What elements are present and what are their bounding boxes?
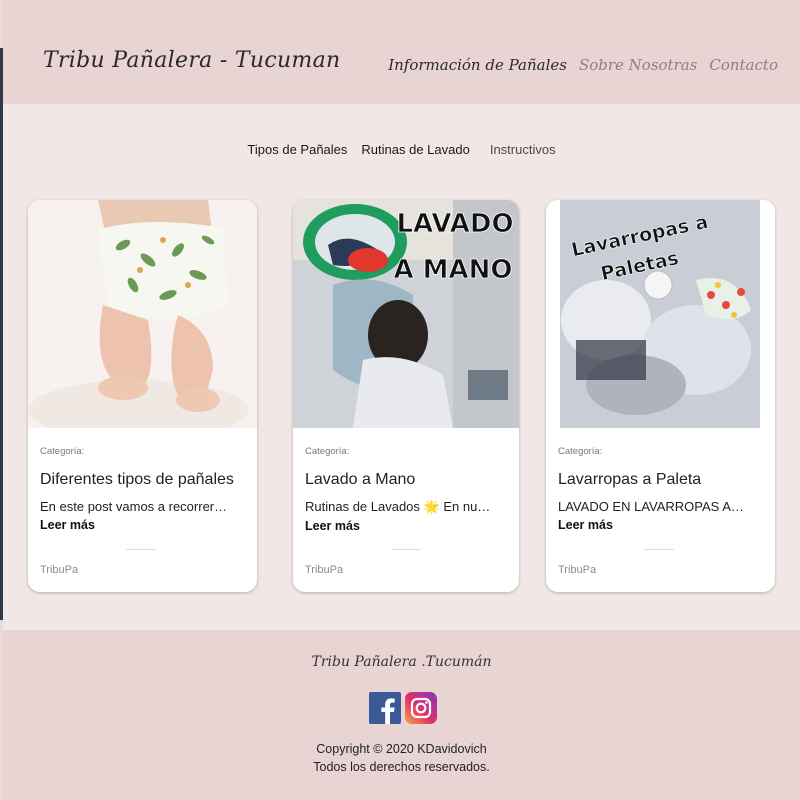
divider <box>126 549 156 550</box>
post-excerpt: En este post vamos a recorrer… <box>40 499 228 514</box>
post-excerpt: LAVADO EN LAVARROPAS A… <box>558 499 744 514</box>
copyright-text: Copyright © 2020 KDavidovich <box>316 742 487 756</box>
post-image-diapers[interactable] <box>28 200 257 428</box>
blog-main: Tipos de Pañales Rutinas de Lavado Instr… <box>3 104 800 630</box>
rights-text: Todos los derechos reservados. <box>313 760 490 774</box>
post-category-label: Categoría: <box>40 446 85 457</box>
category-tipos-de-panales[interactable]: Tipos de Pañales <box>247 142 347 157</box>
post-image-hand-washing[interactable]: LAVADO A MANO <box>293 200 519 428</box>
post-card[interactable]: Lavarropas a Paletas Categoría: Lavarrop… <box>546 200 775 592</box>
image-caption-line1: LAVADO <box>396 209 513 239</box>
read-more-link[interactable]: Leer más <box>305 519 360 533</box>
divider <box>644 549 674 550</box>
post-card[interactable]: LAVADO A MANO Categoría: Lavado a Mano R… <box>293 200 519 592</box>
nav-sobre-nosotras[interactable]: Sobre Nosotras <box>579 56 697 74</box>
instagram-icon[interactable] <box>405 692 437 724</box>
site-header: Tribu Pañalera - Tucuman Información de … <box>3 0 800 104</box>
post-excerpt: Rutinas de Lavados 🌟 En nu… <box>305 499 491 514</box>
post-body: Categoría: Diferentes tipos de pañales E… <box>40 446 245 550</box>
post-card[interactable]: Categoría: Diferentes tipos de pañales E… <box>28 200 257 592</box>
post-body: Categoría: Lavarropas a Paleta LAVADO EN… <box>558 446 763 550</box>
post-image-washing-machine[interactable]: Lavarropas a Paletas <box>546 200 775 428</box>
post-category-label: Categoría: <box>305 446 350 457</box>
read-more-link[interactable]: Leer más <box>558 518 613 532</box>
post-title[interactable]: Diferentes tipos de pañales <box>40 471 245 489</box>
nav-contacto[interactable]: Contacto <box>709 56 778 74</box>
read-more-link[interactable]: Leer más <box>40 518 95 532</box>
post-author: TribuPa <box>558 564 597 576</box>
divider <box>391 549 421 550</box>
post-title[interactable]: Lavarropas a Paleta <box>558 471 763 489</box>
hand-washing-photo-icon: LAVADO A MANO <box>293 200 519 428</box>
post-author: TribuPa <box>305 564 344 576</box>
category-nav: Tipos de Pañales Rutinas de Lavado Instr… <box>3 142 800 157</box>
image-caption-line2: A MANO <box>393 255 512 285</box>
category-instructivos[interactable]: Instructivos <box>490 142 556 157</box>
category-rutinas-de-lavado[interactable]: Rutinas de Lavado <box>361 142 469 157</box>
baby-diaper-photo-icon <box>28 200 257 428</box>
main-nav: Información de Pañales Sobre Nosotras Co… <box>388 56 778 74</box>
post-category-label: Categoría: <box>558 446 603 457</box>
nav-informacion[interactable]: Información de Pañales <box>388 56 567 74</box>
site-footer: Tribu Pañalera .Tucumán Copyright © 2020… <box>3 630 800 800</box>
post-author: TribuPa <box>40 564 79 576</box>
copyright-block: Copyright © 2020 KDavidovich Todos los d… <box>3 740 800 776</box>
facebook-icon[interactable] <box>369 692 401 724</box>
footer-brand: Tribu Pañalera .Tucumán <box>311 654 492 670</box>
post-title[interactable]: Lavado a Mano <box>305 471 507 489</box>
site-brand[interactable]: Tribu Pañalera - Tucuman <box>43 48 340 73</box>
laundry-photo-icon: Lavarropas a Paletas <box>546 200 775 428</box>
post-body: Categoría: Lavado a Mano Rutinas de Lava… <box>305 446 507 550</box>
social-links <box>369 692 437 724</box>
